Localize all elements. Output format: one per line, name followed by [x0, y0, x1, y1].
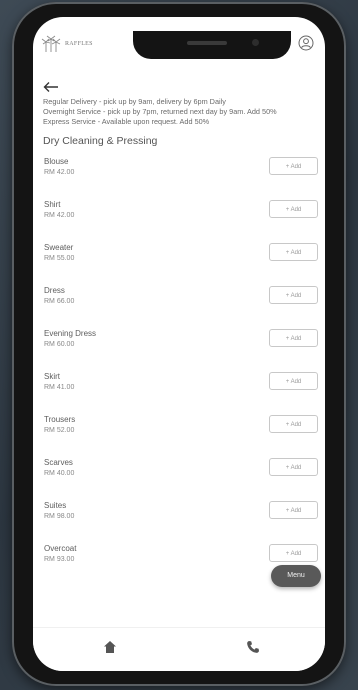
item-price: RM 42.00 [44, 212, 75, 219]
menu-button[interactable]: Menu [271, 565, 321, 587]
list-item: Trousers RM 52.00 + Add [43, 415, 318, 458]
add-button[interactable]: + Add [269, 157, 318, 175]
brand-name: RAFFLES [65, 40, 93, 47]
list-item: Blouse RM 42.00 + Add [43, 157, 318, 200]
bottom-nav [33, 627, 325, 671]
list-item: Scarves RM 40.00 + Add [43, 458, 318, 501]
info-regular: Regular Delivery - pick up by 9am, deliv… [43, 97, 226, 106]
item-name: Blouse [44, 157, 69, 166]
brand-logo[interactable]: RAFFLES [41, 35, 93, 53]
main-content: Regular Delivery - pick up by 9am, deliv… [43, 81, 318, 587]
add-button[interactable]: + Add [269, 286, 318, 304]
list-item: Shirt RM 42.00 + Add [43, 200, 318, 243]
info-overnight: Overnight Service - pick up by 7pm, retu… [43, 107, 277, 116]
add-button[interactable]: + Add [269, 501, 318, 519]
item-name: Shirt [44, 200, 61, 209]
section-title: Dry Cleaning & Pressing [43, 135, 158, 147]
item-name: Suites [44, 501, 67, 510]
item-name: Scarves [44, 458, 73, 467]
item-name: Dress [44, 286, 65, 295]
palm-logo-icon [41, 35, 61, 52]
item-name: Overcoat [44, 544, 77, 553]
item-name: Trousers [44, 415, 76, 424]
app-screen: RAFFLES Regular Delivery - pick up by 9a… [33, 17, 325, 671]
item-price: RM 55.00 [44, 255, 75, 262]
info-express: Express Service - Available upon request… [43, 117, 210, 126]
add-button[interactable]: + Add [269, 243, 318, 261]
item-price: RM 66.00 [44, 298, 75, 305]
phone-icon[interactable] [246, 640, 260, 654]
list-item: Skirt RM 41.00 + Add [43, 372, 318, 415]
add-button[interactable]: + Add [269, 544, 318, 562]
list-item: Sweater RM 55.00 + Add [43, 243, 318, 286]
speaker-grille [187, 41, 227, 45]
list-item: Suites RM 98.00 + Add [43, 501, 318, 544]
item-price: RM 52.00 [44, 427, 75, 434]
add-button[interactable]: + Add [269, 415, 318, 433]
item-price: RM 98.00 [44, 513, 75, 520]
item-name: Evening Dress [44, 329, 97, 338]
item-price: RM 42.00 [44, 169, 75, 176]
item-list: Blouse RM 42.00 + Add Shirt RM 42.00 + A… [43, 157, 318, 587]
item-price: RM 41.00 [44, 384, 75, 391]
add-button[interactable]: + Add [269, 329, 318, 347]
back-arrow-icon[interactable] [43, 81, 59, 93]
home-icon[interactable] [103, 640, 117, 654]
item-price: RM 40.00 [44, 470, 75, 477]
user-icon[interactable] [298, 35, 314, 51]
list-item: Evening Dress RM 60.00 + Add [43, 329, 318, 372]
item-name: Skirt [44, 372, 60, 381]
item-name: Sweater [44, 243, 74, 252]
phone-notch [133, 31, 291, 59]
front-camera [252, 39, 259, 46]
add-button[interactable]: + Add [269, 372, 318, 390]
item-price: RM 60.00 [44, 341, 75, 348]
add-button[interactable]: + Add [269, 458, 318, 476]
item-price: RM 93.00 [44, 556, 75, 563]
add-button[interactable]: + Add [269, 200, 318, 218]
list-item: Dress RM 66.00 + Add [43, 286, 318, 329]
service-info: Regular Delivery - pick up by 9am, deliv… [43, 97, 315, 127]
